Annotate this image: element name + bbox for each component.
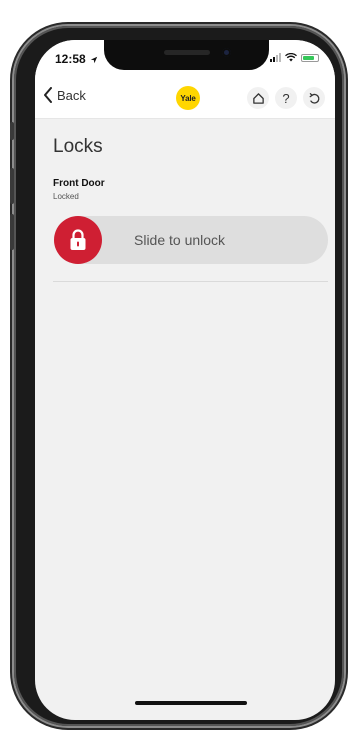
slider-knob[interactable] [54, 216, 102, 264]
notch [104, 40, 269, 70]
speaker [164, 50, 210, 55]
home-icon [252, 92, 264, 104]
app-screen: 12:58 Back Yale ? Locks Front Door Locke… [35, 40, 335, 720]
logo-text: Yale [180, 93, 196, 103]
location-arrow-icon [90, 56, 98, 64]
home-indicator[interactable] [135, 701, 247, 705]
back-button[interactable]: Back [43, 87, 86, 103]
lock-name: Front Door [53, 178, 105, 189]
refresh-button[interactable] [303, 87, 325, 109]
padlock-icon [70, 229, 86, 250]
chevron-left-icon [44, 87, 52, 103]
help-icon: ? [282, 90, 290, 106]
side-button-mute [10, 122, 14, 140]
slide-to-unlock-slider[interactable]: Slide to unlock [54, 216, 328, 264]
lock-status: Locked [53, 192, 79, 201]
side-button-volume-up [10, 168, 14, 204]
slider-label: Slide to unlock [134, 232, 226, 248]
side-button-volume-down [10, 214, 14, 250]
signal-icon [270, 53, 281, 62]
wifi-icon [285, 53, 297, 62]
home-button[interactable] [247, 87, 269, 109]
nav-icons: ? [247, 87, 325, 109]
status-time-text: 12:58 [55, 52, 86, 66]
battery-charging-icon [301, 54, 319, 62]
refresh-icon [309, 92, 319, 104]
yale-logo: Yale [176, 86, 200, 110]
front-camera [222, 48, 231, 57]
status-time: 12:58 [55, 52, 98, 66]
nav-bar: Back Yale ? [35, 76, 335, 119]
page-title: Locks [53, 136, 103, 157]
help-button[interactable]: ? [275, 87, 297, 109]
list-divider [53, 281, 328, 282]
status-icons [270, 53, 319, 62]
back-button-label: Back [57, 87, 86, 103]
